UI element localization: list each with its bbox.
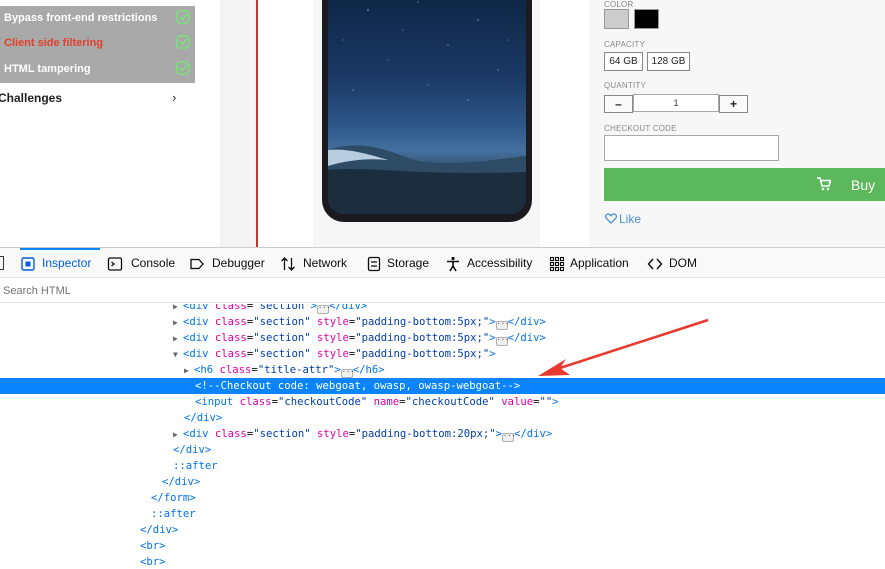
tab-label: Console <box>131 256 176 270</box>
tab-label: Network <box>303 256 348 270</box>
tab-accessibility[interactable]: Accessibility <box>445 248 537 278</box>
quantity-input[interactable]: 1 <box>633 94 719 112</box>
tree-row[interactable]: ▶ <div class="section" style="padding-bot… <box>0 330 885 346</box>
lesson-sidebar: Bypass front-end restrictions Client sid… <box>0 0 205 247</box>
tab-network[interactable]: Network <box>280 248 352 278</box>
color-swatch-grey[interactable] <box>604 9 629 29</box>
chevron-right-icon: › <box>172 90 177 105</box>
tree-row[interactable]: ▶ <h6 class="title-attr">···</h6> <box>0 362 885 378</box>
buy-label: Buy <box>851 177 876 193</box>
tree-row[interactable]: <input class="checkoutCode" name="checko… <box>0 394 885 410</box>
quantity-label: QUANTITY <box>604 81 647 90</box>
like-link[interactable]: Like <box>605 212 641 226</box>
tree-row[interactable]: <br> <box>0 538 885 554</box>
search-html-bar <box>0 279 885 303</box>
tree-row[interactable]: </div> <box>0 442 885 458</box>
color-label: COLOR <box>604 0 634 9</box>
tree-row[interactable]: </div> <box>0 410 885 426</box>
cart-icon <box>817 177 831 191</box>
expand-arrow-icon[interactable]: ▶ <box>173 315 183 331</box>
tab-label: DOM <box>669 256 697 270</box>
collapsed-content-icon[interactable]: ··· <box>317 305 331 314</box>
tree-row[interactable]: ▼ <div class="section" style="padding-bot… <box>0 346 885 362</box>
sidebar-item-bypass-front-end[interactable]: Bypass front-end restrictions <box>0 6 195 32</box>
network-icon <box>281 257 295 271</box>
storage-icon <box>367 256 381 272</box>
checkout-code-label: CHECKOUT CODE <box>604 124 677 133</box>
capacity-64gb-button[interactable]: 64 GB <box>604 52 643 71</box>
webgoat-page: Bypass front-end restrictions Client sid… <box>0 0 885 247</box>
tab-label: Accessibility <box>467 256 533 270</box>
tab-label: Debugger <box>212 256 265 270</box>
tree-row[interactable]: ::after <box>0 458 885 474</box>
tree-row[interactable]: <br> <box>0 554 885 569</box>
tree-row[interactable]: </div> <box>0 522 885 538</box>
tab-console[interactable]: Console <box>107 248 179 278</box>
devtools-toolbar: Inspector Console Debugger Network Stora… <box>0 248 885 278</box>
debugger-icon <box>190 258 204 270</box>
expand-arrow-icon[interactable]: ▶ <box>173 331 183 347</box>
element-picker-icon[interactable] <box>0 256 4 270</box>
phone-product-image <box>322 0 532 222</box>
tree-row[interactable]: </form> <box>0 490 885 506</box>
capacity-label: CAPACITY <box>604 40 646 49</box>
sidebar-item-challenges[interactable]: Challenges › <box>0 90 195 108</box>
inspector-icon <box>21 257 35 271</box>
devtools-panel: Inspector Console Debugger Network Stora… <box>0 247 885 569</box>
phone-screen-wallpaper <box>328 0 526 214</box>
like-label: Like <box>619 212 642 226</box>
wallpaper-graphic <box>328 1 526 214</box>
tree-row[interactable]: ▶ <div class="section" style="padding-bot… <box>0 426 885 442</box>
application-icon <box>549 256 565 272</box>
content-gutter <box>220 0 256 247</box>
expand-arrow-icon[interactable]: ▶ <box>184 363 194 379</box>
markup-tree: ▶ <div class="section">···</div> ▶ <div cl… <box>0 304 885 569</box>
tab-application[interactable]: Application <box>549 248 635 278</box>
tree-row[interactable]: ▶ <div class="section" style="padding-bot… <box>0 314 885 330</box>
tab-label: Storage <box>387 256 430 270</box>
tab-label: Application <box>570 256 629 270</box>
tree-row[interactable]: </div> <box>0 474 885 490</box>
console-icon <box>107 257 123 271</box>
sidebar-item-html-tampering[interactable]: HTML tampering <box>0 57 195 83</box>
collapsed-content-icon[interactable]: ··· <box>495 337 509 346</box>
tab-label: Inspector <box>42 256 92 270</box>
check-icon <box>176 61 190 75</box>
tab-storage[interactable]: Storage <box>366 248 432 278</box>
quantity-increment-button[interactable]: + <box>719 95 748 113</box>
color-swatch-black[interactable] <box>634 9 659 29</box>
tab-dom[interactable]: DOM <box>647 248 699 278</box>
tree-row[interactable]: ▶ <div class="section">···</div> <box>0 304 885 314</box>
sidebar-item-label: Client side filtering <box>4 37 104 49</box>
expand-arrow-icon[interactable]: ▶ <box>173 427 183 443</box>
content-divider <box>256 0 258 247</box>
checkout-code-input[interactable] <box>604 135 779 161</box>
sidebar-item-label: Bypass front-end restrictions <box>4 12 158 24</box>
collapsed-content-icon[interactable]: ··· <box>340 369 354 378</box>
dom-icon <box>647 258 663 270</box>
checkout-code-comment: <!--Checkout code: webgoat, owasp, owasp… <box>195 380 521 392</box>
tab-inspector[interactable]: Inspector <box>20 248 100 278</box>
tree-row-selected-comment[interactable]: <!--Checkout code: webgoat, owasp, owasp… <box>0 378 885 394</box>
capacity-128gb-button[interactable]: 128 GB <box>647 52 690 71</box>
tree-row[interactable]: ::after <box>0 506 885 522</box>
collapsed-content-icon[interactable]: ··· <box>495 321 509 330</box>
collapsed-content-icon[interactable]: ··· <box>502 433 516 442</box>
heart-icon <box>605 213 617 224</box>
challenges-label: Challenges <box>0 91 63 105</box>
check-icon <box>176 10 190 24</box>
check-icon <box>176 35 190 49</box>
sidebar-item-client-side-filtering[interactable]: Client side filtering <box>0 31 195 57</box>
collapse-arrow-icon[interactable]: ▼ <box>173 347 183 363</box>
quantity-decrement-button[interactable]: – <box>604 95 633 113</box>
sidebar-item-label: HTML tampering <box>4 63 91 75</box>
accessibility-icon <box>447 256 459 272</box>
tab-debugger[interactable]: Debugger <box>189 248 269 278</box>
search-html-input[interactable] <box>0 279 885 302</box>
buy-button[interactable]: Buy <box>604 168 885 201</box>
